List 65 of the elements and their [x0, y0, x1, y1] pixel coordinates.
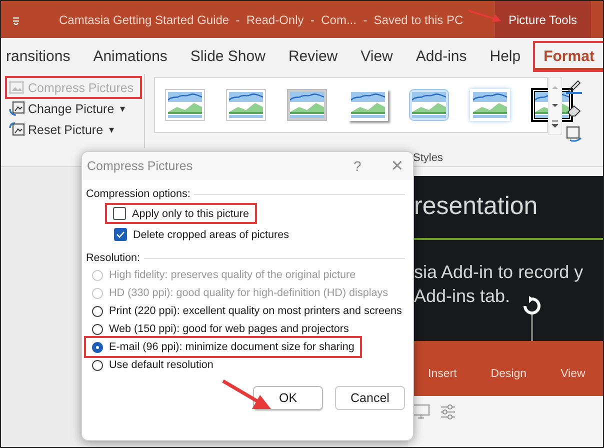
ribbon-tab[interactable]: Slide Show — [181, 42, 274, 70]
picture-icon — [9, 122, 25, 137]
radio-button[interactable] — [92, 306, 103, 316]
ribbon-tab[interactable]: Help — [480, 42, 530, 70]
radio-option[interactable]: Print (220 ppi): excellent quality on most printers and screens — [88, 302, 406, 320]
option-label: Delete cropped areas of pictures — [133, 228, 290, 240]
slide-text: sia Add-in to record y — [413, 261, 584, 284]
picture-style-thumbnail[interactable] — [470, 89, 510, 121]
picture-style-thumbnail[interactable] — [226, 89, 266, 121]
ribbon-tab[interactable]: Review — [279, 42, 347, 70]
context-tab-label: Picture Tools — [494, 1, 591, 38]
option-label: High fidelity: preserves quality of the original picture — [109, 269, 356, 281]
section-label: Resolution: — [86, 252, 140, 264]
radio-button[interactable] — [92, 360, 103, 370]
landscape-icon — [412, 92, 446, 118]
quick-access-icon — [11, 14, 21, 24]
checkbox[interactable] — [113, 207, 126, 220]
pen-icon — [566, 78, 582, 94]
picture-style-thumbnail[interactable] — [287, 89, 327, 121]
radio-button[interactable] — [92, 342, 103, 352]
landscape-icon — [290, 92, 324, 118]
checkbox-option[interactable]: Apply only to this picture — [107, 205, 256, 222]
option-label: E-mail (96 ppi): minimize document size for sharing — [109, 341, 354, 353]
dialog-title: Compress Pictures — [87, 159, 194, 173]
picture-style-thumbnail[interactable] — [409, 89, 449, 121]
landscape-icon — [473, 92, 507, 118]
slide-tab-label: Design — [490, 368, 527, 380]
option-label: Apply only to this picture — [132, 208, 250, 220]
cancel-button[interactable]: Cancel — [335, 386, 405, 410]
ok-button[interactable]: OK — [253, 386, 323, 410]
slide-tab-label: Insert — [428, 368, 457, 380]
ribbon-tab[interactable]: Animations — [84, 42, 176, 70]
section-label: Compression options: — [86, 188, 190, 200]
radio-option[interactable]: Use default resolution — [88, 356, 218, 374]
option-label: Print (220 ppi): excellent quality on most printers and screens — [109, 305, 402, 317]
slide-title: resentation — [413, 191, 539, 222]
option-label: Web (150 ppi): good for web pages and projectors — [109, 323, 349, 335]
sliders-icon — [440, 404, 456, 420]
landscape-icon — [351, 92, 385, 118]
checkmark-icon — [116, 231, 125, 238]
option-label: HD (330 ppi): good quality for high-definition (HD) displays — [109, 287, 388, 299]
radio-option[interactable]: Web (150 ppi): good for web pages and projectors — [88, 320, 353, 338]
monitor-icon — [412, 404, 430, 420]
radio-button[interactable] — [92, 324, 103, 334]
group-label: Styles — [413, 152, 443, 164]
ribbon-button[interactable]: Reset Picture ▾ — [7, 120, 140, 139]
window-title: Camtasia Getting Started Guide - Read-Only - Com... - Saved to this PC — [59, 12, 464, 26]
picture-style-thumbnail[interactable] — [348, 89, 388, 121]
slide-tab-label: View — [560, 368, 586, 380]
ribbon-tab[interactable]: ransitions — [1, 42, 80, 70]
picture-icon — [566, 126, 582, 142]
ribbon-tab[interactable]: View — [352, 42, 402, 70]
picture-style-thumbnail[interactable] — [165, 89, 205, 121]
ribbon-tab[interactable]: Format — [534, 42, 603, 70]
picture-icon — [9, 101, 25, 116]
ribbon-tab[interactable]: Add-ins — [406, 42, 476, 70]
landscape-icon — [229, 92, 263, 118]
radio-option[interactable]: E-mail (96 ppi): minimize document size for sharing — [86, 338, 360, 356]
slide-text: Add-ins tab. — [413, 285, 512, 308]
checkbox-option[interactable]: Delete cropped areas of pictures — [112, 226, 292, 243]
picture-icon — [9, 80, 25, 95]
landscape-icon — [168, 92, 202, 118]
checkbox[interactable] — [114, 228, 127, 241]
option-label: Use default resolution — [109, 359, 214, 371]
ribbon-button[interactable]: Change Picture ▾ — [7, 99, 140, 118]
